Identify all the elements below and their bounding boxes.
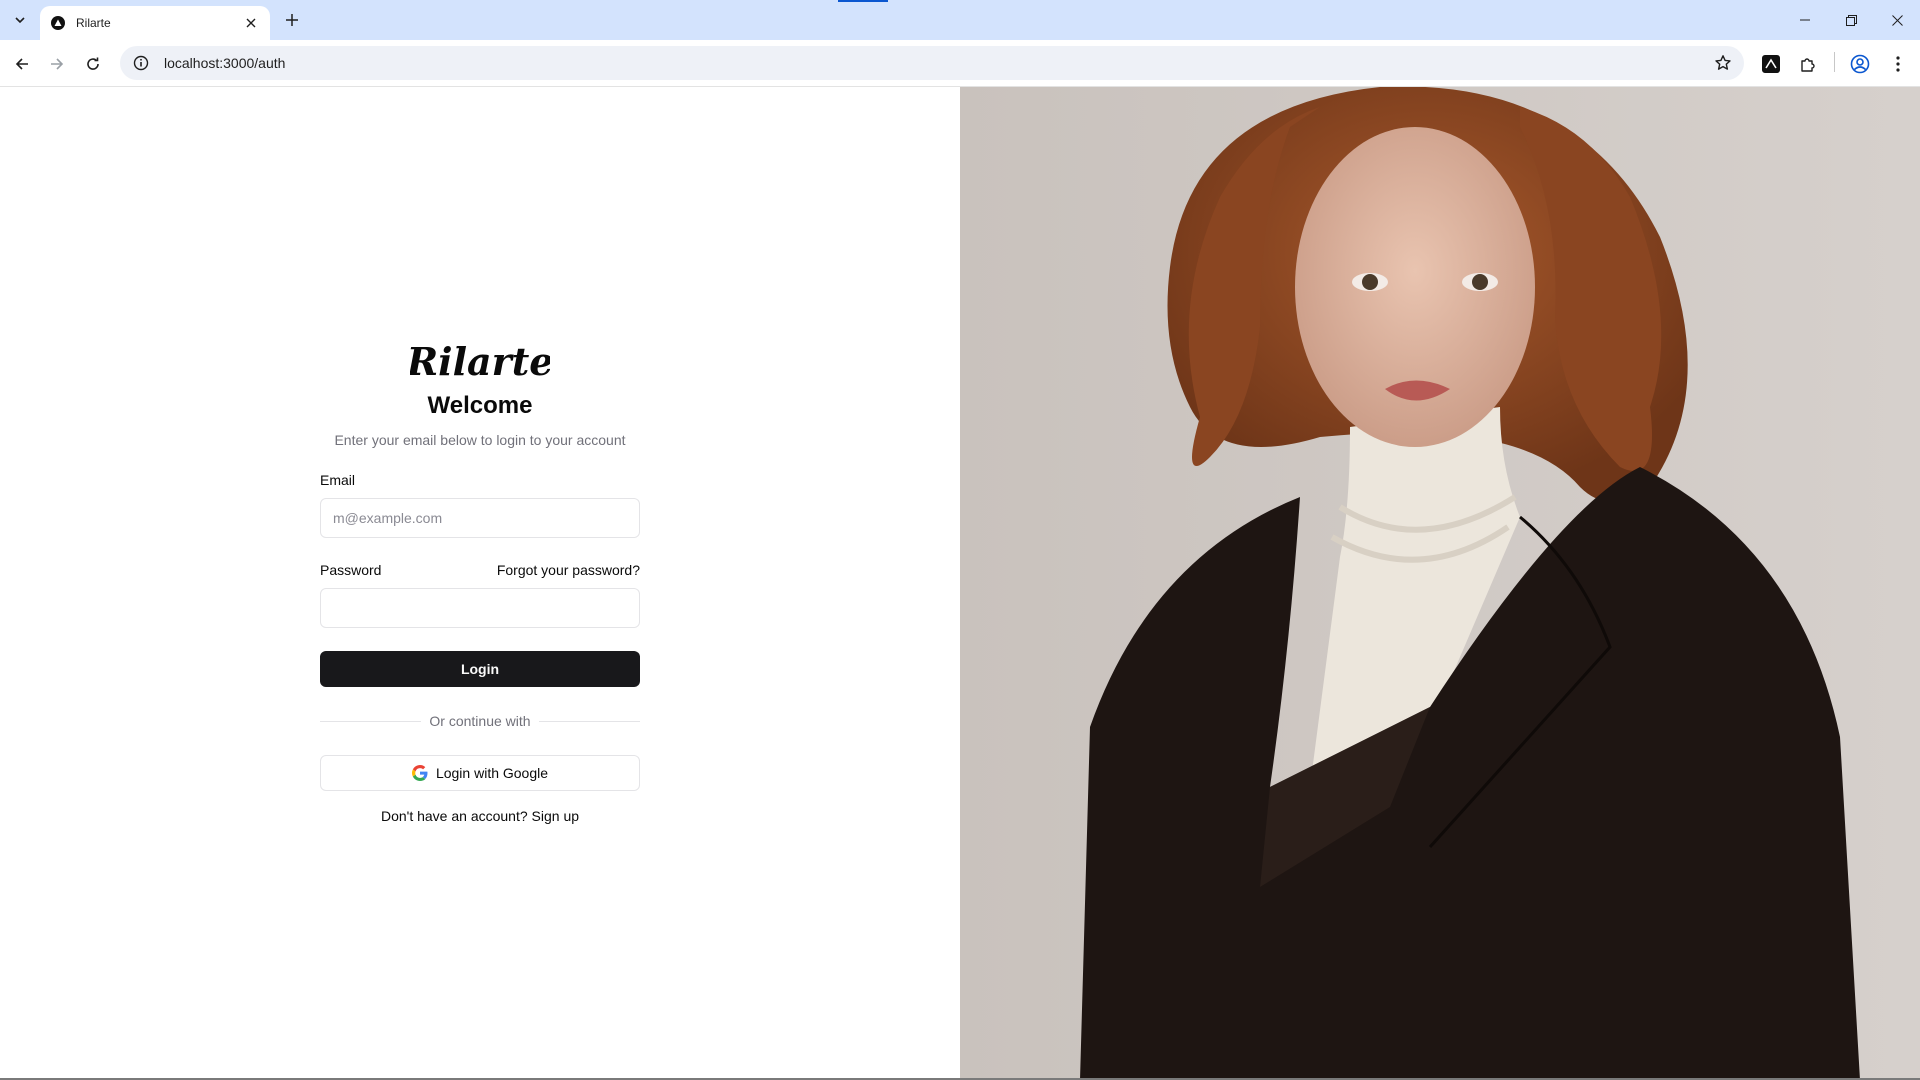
auth-page: Rilarte Welcome Enter your email below t…	[0, 87, 1920, 1080]
triangle-logo-icon	[50, 15, 66, 31]
email-label: Email	[320, 472, 356, 488]
toolbar-separator	[1834, 52, 1835, 72]
browser-tab[interactable]: Rilarte	[40, 6, 270, 40]
more-menu-icon[interactable]	[1886, 52, 1910, 76]
forgot-password-link[interactable]: Forgot your password?	[497, 562, 640, 578]
site-info-icon[interactable]	[132, 54, 150, 72]
divider-text: Or continue with	[421, 713, 539, 729]
profile-avatar-icon[interactable]	[1848, 52, 1872, 76]
address-bar[interactable]: localhost:3000/auth	[120, 46, 1744, 80]
signup-prompt: Don't have an account?	[380, 808, 528, 824]
login-form: Rilarte Welcome Enter your email below t…	[320, 334, 640, 824]
browser-toolbar: localhost:3000/auth	[0, 40, 1920, 87]
brand-logo: Rilarte	[410, 339, 550, 384]
signup-link[interactable]: Sign up	[532, 808, 579, 824]
puzzle-extensions-icon[interactable]	[1796, 52, 1820, 76]
address-url[interactable]: localhost:3000/auth	[164, 55, 285, 71]
close-icon[interactable]	[242, 14, 260, 32]
bookmark-star-icon[interactable]	[1714, 54, 1732, 72]
google-button-label: Login with Google	[435, 765, 549, 781]
or-divider: Or continue with	[320, 711, 640, 731]
minimize-icon[interactable]	[1782, 0, 1828, 40]
tab-loading-indicator	[838, 0, 888, 2]
page-title: Welcome	[427, 392, 533, 419]
google-icon	[411, 765, 428, 781]
window-controls	[1782, 0, 1920, 40]
tab-title: Rilarte	[76, 16, 111, 30]
hero-image	[960, 87, 1920, 1080]
password-field[interactable]	[320, 588, 640, 628]
svg-text:Rilarte: Rilarte	[410, 339, 550, 384]
new-tab-button[interactable]	[280, 8, 304, 32]
back-arrow-icon[interactable]	[8, 50, 36, 78]
login-button[interactable]: Login	[320, 651, 640, 687]
browser-tabstrip: Rilarte	[0, 0, 1920, 40]
login-pane: Rilarte Welcome Enter your email below t…	[0, 87, 960, 1080]
email-field[interactable]	[320, 498, 640, 538]
reload-icon[interactable]	[79, 50, 107, 78]
google-login-button[interactable]: Login with Google	[320, 755, 640, 791]
password-label: Password	[320, 562, 382, 578]
signup-row: Don't have an account? Sign up	[320, 808, 640, 824]
portrait-illustration	[960, 87, 1920, 1080]
page-subtitle: Enter your email below to login to your …	[334, 432, 626, 448]
tab-search-icon[interactable]	[8, 8, 32, 32]
password-label-row: Password Forgot your password?	[320, 562, 640, 578]
window-close-icon[interactable]	[1874, 0, 1920, 40]
forward-arrow-icon[interactable]	[43, 50, 71, 78]
restore-icon[interactable]	[1828, 0, 1874, 40]
extension-icon[interactable]	[1759, 52, 1783, 76]
